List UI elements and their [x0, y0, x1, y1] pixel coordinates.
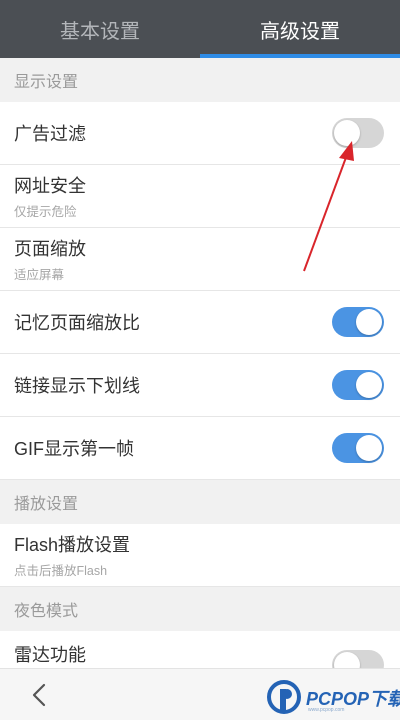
setting-row-page-zoom[interactable]: 页面缩放 适应屏幕 [0, 228, 400, 291]
ad-filter-toggle[interactable] [332, 118, 384, 148]
section-header-display: 显示设置 [0, 58, 400, 102]
setting-row-url-security[interactable]: 网址安全 仅提示危险 [0, 165, 400, 228]
setting-row-ad-filter[interactable]: 广告过滤 [0, 102, 400, 165]
pcpop-logo-icon [267, 680, 301, 714]
setting-subtitle: 点击后播放Flash [14, 564, 108, 578]
tab-advanced-settings[interactable]: 高级设置 [200, 0, 400, 58]
chevron-left-icon[interactable] [26, 681, 54, 709]
settings-list: 显示设置 广告过滤 网址安全 仅提示危险 页面缩放 适应屏幕 记忆页面缩放比 链… [0, 58, 400, 689]
setting-subtitle: 适应屏幕 [14, 268, 65, 282]
setting-row-flash[interactable]: Flash播放设置 点击后播放Flash [0, 524, 400, 587]
toggle-knob [356, 372, 382, 398]
pcpop-watermark: PCPOP下载 www.pcpop.com [264, 679, 400, 715]
setting-row-link-underline[interactable]: 链接显示下划线 [0, 354, 400, 417]
tab-bar: 基本设置 高级设置 [0, 0, 400, 58]
toggle-knob [356, 435, 382, 461]
tab-basic-settings[interactable]: 基本设置 [0, 0, 200, 58]
toggle-knob [334, 120, 360, 146]
setting-subtitle: 仅提示危险 [14, 205, 77, 219]
setting-row-gif-first-frame[interactable]: GIF显示第一帧 [0, 417, 400, 480]
toggle-knob [356, 309, 382, 335]
watermark-subtext: www.pcpop.com [308, 707, 345, 713]
remember-zoom-toggle[interactable] [332, 307, 384, 337]
setting-title: 页面缩放 [14, 239, 86, 259]
bottom-toolbar: PCPOP下载 www.pcpop.com [0, 668, 400, 720]
setting-title: 网址安全 [14, 176, 86, 196]
setting-row-remember-zoom[interactable]: 记忆页面缩放比 [0, 291, 400, 354]
section-header-playback: 播放设置 [0, 480, 400, 524]
gif-first-frame-toggle[interactable] [332, 433, 384, 463]
link-underline-toggle[interactable] [332, 370, 384, 400]
setting-title: Flash播放设置 [14, 535, 131, 555]
section-header-night: 夜色模式 [0, 587, 400, 631]
